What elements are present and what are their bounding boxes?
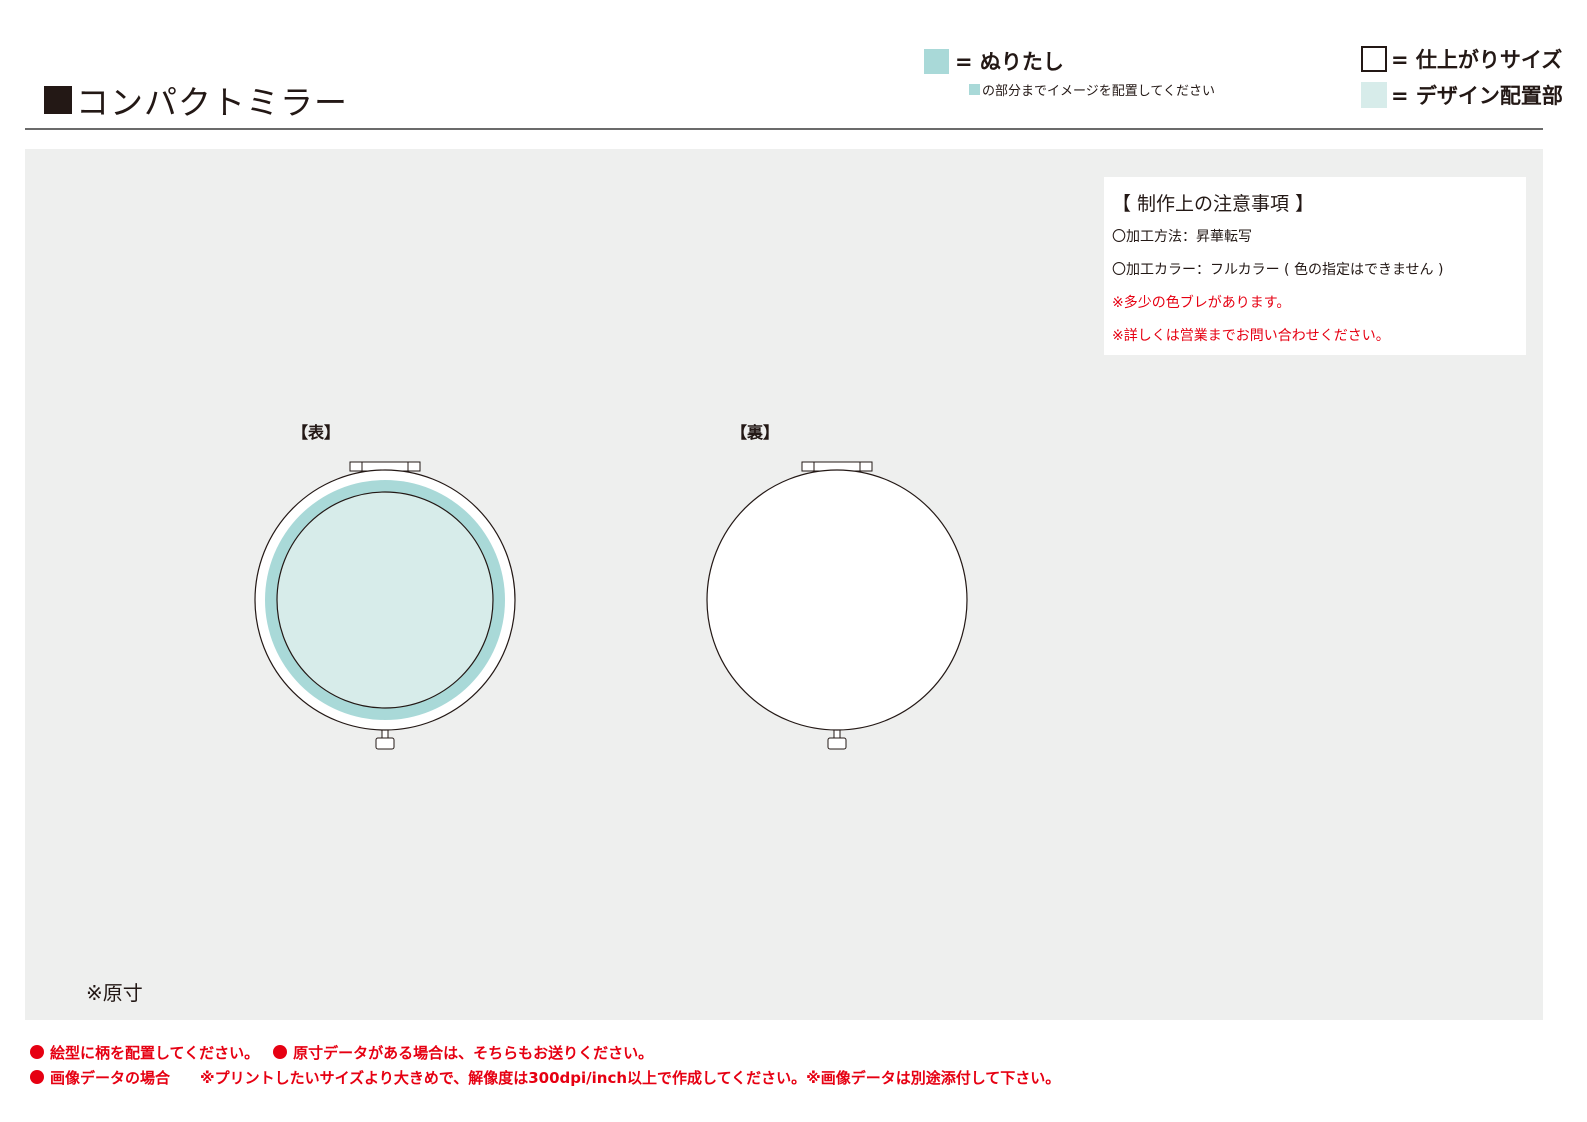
legend-bleed: = ぬりたし の部分までイメージを配置してください	[924, 46, 1215, 99]
finish-size-swatch	[1361, 46, 1387, 72]
legend-right: = 仕上がりサイズ = デザイン配置部	[1361, 44, 1563, 116]
notes-heading: 【 制作上の注意事項 】	[1112, 193, 1315, 215]
notes-warning-contact: ※詳しくは営業までお問い合わせください。	[1112, 328, 1390, 344]
back-clasp	[827, 737, 847, 750]
bullet-dot-icon	[30, 1070, 44, 1084]
front-clasp	[375, 737, 395, 750]
back-face-label: 【裏】	[731, 423, 780, 442]
bleed-mini-swatch	[969, 84, 980, 95]
production-notes: 【 制作上の注意事項 】 〇加工方法：昇華転写 〇加工カラー：フルカラー ( 色…	[1104, 177, 1526, 355]
actual-size-note: ※原寸	[86, 981, 143, 1005]
front-clasp-stem	[381, 729, 389, 739]
bleed-label: = ぬりたし	[955, 50, 1064, 74]
title-square-icon	[44, 86, 72, 114]
notes-warning-color: ※多少の色ブレがあります。	[1112, 295, 1291, 311]
header-divider	[25, 128, 1543, 130]
bleed-swatch	[924, 48, 949, 74]
footer-line-2: 画像データの場合 ※プリントしたいサイズより大きめで、解像度は300dpi/inc…	[30, 1067, 1060, 1088]
footer-instruction-2: 原寸データがある場合は、そちらもお送りください。	[293, 1044, 654, 1062]
footer-instruction-1: 絵型に柄を配置してください。	[50, 1044, 260, 1062]
notes-method: 〇加工方法：昇華転写	[1112, 229, 1252, 245]
footer-line-1: 絵型に柄を配置してください。 原寸データがある場合は、そちらもお送りください。	[30, 1042, 653, 1063]
back-mirror-drawing	[706, 461, 968, 750]
page-title-text: コンパクトミラー	[76, 83, 348, 122]
front-face-label: 【表】	[292, 423, 341, 442]
front-mirror-drawing	[254, 461, 516, 750]
page-title: コンパクトミラー	[44, 76, 348, 124]
back-clasp-stem	[833, 729, 841, 739]
footer-instruction-3: 画像データの場合	[50, 1069, 171, 1087]
front-design-area	[276, 491, 494, 709]
design-area-swatch	[1361, 82, 1387, 108]
notes-color: 〇加工カラー：フルカラー ( 色の指定はできません )	[1112, 262, 1444, 278]
finish-size-label: = 仕上がりサイズ	[1391, 48, 1563, 72]
back-outer-circle	[706, 469, 968, 731]
bleed-note: の部分までイメージを配置してください	[982, 84, 1215, 99]
design-area-label: = デザイン配置部	[1391, 84, 1563, 108]
bullet-dot-icon	[30, 1045, 44, 1059]
bullet-dot-icon	[273, 1045, 288, 1059]
footer-instruction-4: ※プリントしたいサイズより大きめで、解像度は300dpi/inch以上で作成して…	[200, 1069, 1061, 1087]
